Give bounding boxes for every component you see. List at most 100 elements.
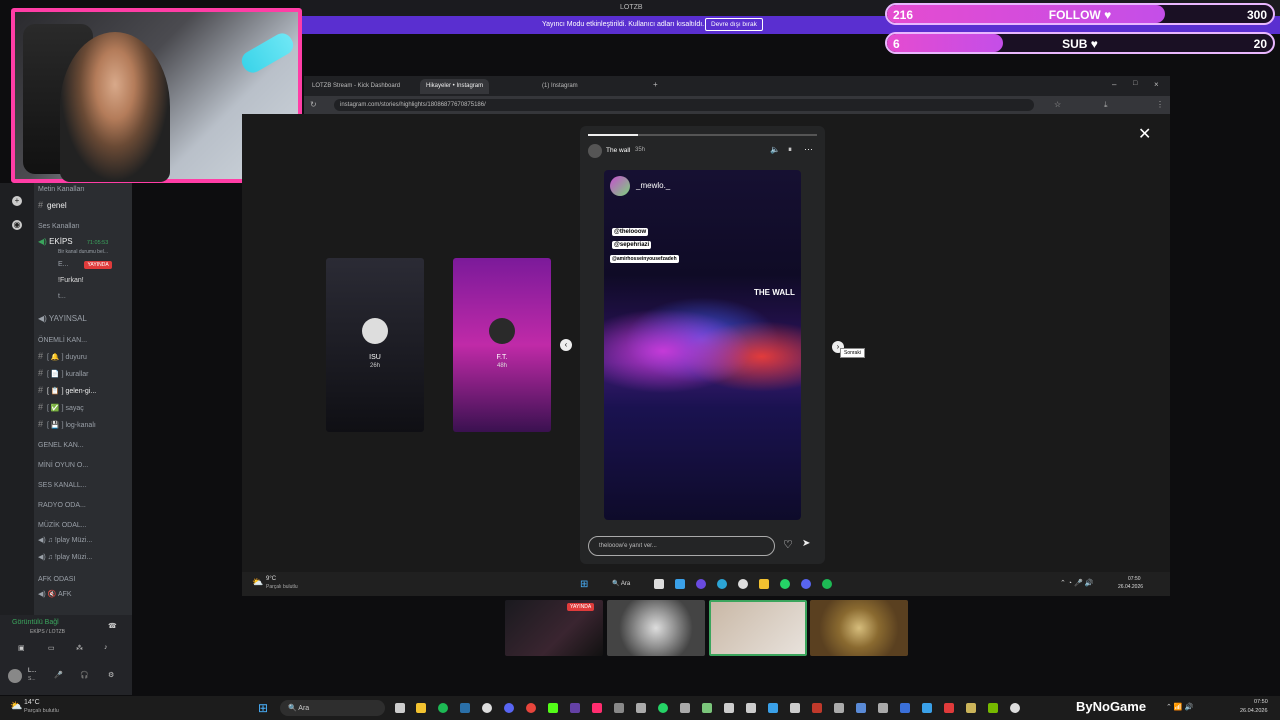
- app-icon[interactable]: [768, 703, 778, 713]
- tab-instagram[interactable]: (1) Instagram: [536, 79, 584, 94]
- chrome-icon[interactable]: [482, 703, 492, 713]
- avatar[interactable]: [8, 669, 22, 683]
- mic-icon[interactable]: 🎤: [54, 671, 63, 679]
- new-tab-button[interactable]: +: [653, 80, 658, 89]
- tab-kick-dashboard[interactable]: LOTZB Stream - Kick Dashboard: [306, 79, 406, 94]
- app-icon[interactable]: [636, 703, 646, 713]
- headphones-icon[interactable]: 🎧: [80, 671, 89, 679]
- whatsapp-icon[interactable]: [780, 579, 790, 589]
- app-icon[interactable]: [696, 579, 706, 589]
- spotify-icon[interactable]: [438, 703, 448, 713]
- close-stories-icon[interactable]: ✕: [1138, 124, 1151, 144]
- discord-icon[interactable]: [504, 703, 514, 713]
- camera-icon[interactable]: ▣: [18, 644, 25, 652]
- app-icon[interactable]: [878, 703, 888, 713]
- mention-tag[interactable]: @amirhosseinyousefzadeh: [610, 247, 679, 265]
- discord-icon[interactable]: [801, 579, 811, 589]
- whatsapp-icon[interactable]: [658, 703, 668, 713]
- voice-channel-ekips[interactable]: ◀) EKİPS 71:05:53: [38, 237, 108, 246]
- channel-afk[interactable]: ◀) 🔇 AFK: [38, 590, 72, 598]
- category-afk[interactable]: AFK ODASI: [38, 576, 75, 583]
- app-icon[interactable]: [856, 703, 866, 713]
- previous-story-2[interactable]: F.T. 48h: [453, 258, 551, 432]
- channel-genel[interactable]: # genel: [38, 200, 67, 210]
- app-icon[interactable]: [746, 703, 756, 713]
- settings-gear-icon[interactable]: ⚙: [108, 671, 114, 679]
- minimize-icon[interactable]: –: [1112, 80, 1116, 89]
- spotify-icon[interactable]: [822, 579, 832, 589]
- start-icon[interactable]: ⊞: [580, 579, 588, 590]
- app-icon[interactable]: [922, 703, 932, 713]
- tab-instagram-stories[interactable]: Hikayeler • Instagram: [420, 79, 490, 94]
- maximize-icon[interactable]: □: [1133, 80, 1137, 87]
- app-icon[interactable]: [900, 703, 910, 713]
- previous-story-button[interactable]: ‹: [560, 339, 572, 351]
- channel-kurallar[interactable]: #[ 📄 ] kurallar: [38, 368, 88, 378]
- category-mini-oyun[interactable]: MİNİ OYUN O...: [38, 462, 88, 469]
- channel-yayinsal[interactable]: ◀) YAYINSAL: [38, 314, 87, 323]
- steam-icon[interactable]: [460, 703, 470, 713]
- taskbar-search[interactable]: 🔍 Ara: [612, 580, 630, 587]
- file-explorer-icon[interactable]: [416, 703, 426, 713]
- member-row[interactable]: !Furkan!: [58, 277, 84, 284]
- explore-icon[interactable]: ◉: [12, 220, 22, 230]
- story-account-avatar[interactable]: [588, 144, 602, 158]
- category-genel[interactable]: GENEL KAN...: [38, 442, 84, 449]
- edge-icon[interactable]: [717, 579, 727, 589]
- previous-story-1[interactable]: ISU 26h: [326, 258, 424, 432]
- chrome-icon[interactable]: [738, 579, 748, 589]
- app-icon[interactable]: [834, 703, 844, 713]
- channel-log[interactable]: #[ 💾 ] log-kanalı: [38, 419, 96, 429]
- app-icon[interactable]: [614, 703, 624, 713]
- screen-share-icon[interactable]: ▭: [48, 644, 55, 652]
- task-view-icon[interactable]: [395, 703, 405, 713]
- download-icon[interactable]: ⤓: [1104, 100, 1108, 110]
- category-muzik[interactable]: MÜZİK ODAL...: [38, 522, 87, 529]
- participant-avatar-thumb[interactable]: [607, 600, 705, 656]
- app-icon[interactable]: [790, 703, 800, 713]
- app-icon[interactable]: [724, 703, 734, 713]
- story-account-name[interactable]: The wall: [606, 147, 630, 154]
- participant-avatar-thumb[interactable]: [810, 600, 908, 656]
- start-icon[interactable]: ⊞: [258, 701, 268, 715]
- app-icon[interactable]: [702, 703, 712, 713]
- add-server-icon[interactable]: +: [12, 196, 22, 206]
- disable-streamer-mode-button[interactable]: Devre dışı bırak: [705, 18, 763, 31]
- app-icon[interactable]: [570, 703, 580, 713]
- channel-gelen-giden[interactable]: #[ 📋 ] gelen-gi...: [38, 385, 96, 395]
- tiktok-icon[interactable]: [592, 703, 602, 713]
- app-icon[interactable]: [680, 703, 690, 713]
- participant-camera-thumb[interactable]: [709, 600, 807, 656]
- category-ses[interactable]: SES KANALL...: [38, 482, 87, 489]
- bookmark-star-icon[interactable]: ☆: [1054, 100, 1061, 109]
- app-icon[interactable]: [1010, 703, 1020, 713]
- url-field[interactable]: instagram.com/stories/highlights/1808687…: [334, 99, 1034, 111]
- file-explorer-icon[interactable]: [759, 579, 769, 589]
- text-channels-header[interactable]: Metin Kanalları: [38, 186, 85, 193]
- category-onemli[interactable]: ÖNEMLİ KAN...: [38, 337, 87, 344]
- obs-icon[interactable]: [526, 703, 536, 713]
- channel-sayac[interactable]: #[ ✅ ] sayaç: [38, 402, 84, 412]
- like-heart-icon[interactable]: ♡: [783, 538, 793, 551]
- member-row[interactable]: t...: [58, 293, 66, 300]
- nvidia-icon[interactable]: [988, 703, 998, 713]
- pause-icon[interactable]: ⏸: [788, 145, 792, 155]
- channel-music-2[interactable]: ◀) ♫ !play Müzi...: [38, 553, 92, 561]
- soundboard-icon[interactable]: ♪: [104, 644, 108, 651]
- app-icon[interactable]: [966, 703, 976, 713]
- kick-icon[interactable]: [548, 703, 558, 713]
- reply-input[interactable]: thelooow'e yanıt ver...: [588, 536, 775, 556]
- system-tray-icons[interactable]: ⌃ 📶 🔊: [1166, 703, 1193, 711]
- member-row[interactable]: E... YAYINDA: [58, 261, 112, 269]
- activities-icon[interactable]: ⁂: [76, 644, 83, 652]
- task-view-icon[interactable]: [654, 579, 664, 589]
- widgets-icon[interactable]: [675, 579, 685, 589]
- app-icon[interactable]: [812, 703, 822, 713]
- disconnect-icon[interactable]: ☎: [108, 622, 117, 630]
- participant-screen-thumb[interactable]: YAYINDA: [505, 600, 603, 656]
- close-window-icon[interactable]: ×: [1154, 80, 1159, 89]
- app-icon[interactable]: [944, 703, 954, 713]
- reload-icon[interactable]: ↻: [310, 100, 317, 109]
- taskbar-search[interactable]: 🔍 Ara: [280, 700, 385, 716]
- menu-icon[interactable]: ⋮: [1156, 100, 1164, 109]
